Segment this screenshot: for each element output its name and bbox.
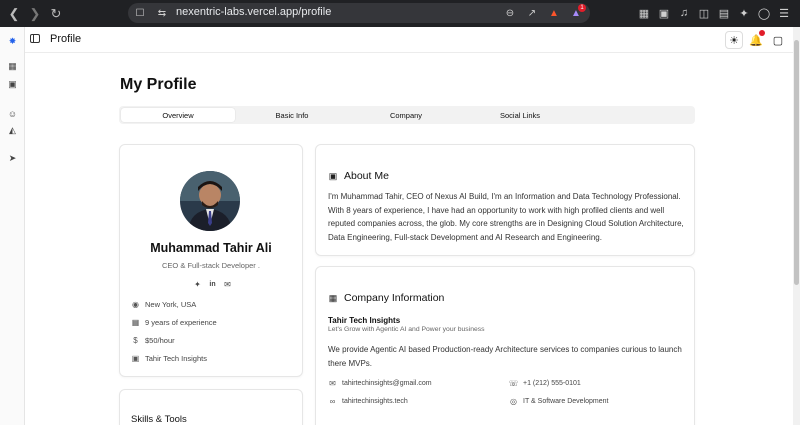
site-settings-icon[interactable]: ⇆ xyxy=(154,5,170,21)
tab-social-links[interactable]: Social Links xyxy=(463,108,577,122)
logo-icon[interactable]: ✸ xyxy=(6,35,19,48)
screenshot-icon[interactable]: ▣ xyxy=(656,4,672,22)
company-name: Tahir Tech Insights xyxy=(328,316,401,325)
social-icons: ✦ in ✉ xyxy=(192,279,233,290)
dollar-icon: $ xyxy=(133,336,138,345)
phone-text: +1 (212) 555-0101 xyxy=(523,380,581,387)
building-icon: ▣ xyxy=(131,354,140,363)
skills-heading: Skills & Tools xyxy=(131,414,187,425)
company-phone[interactable]: ☏ +1 (212) 555-0101 xyxy=(509,379,581,388)
detail-rate: $ $50/hour xyxy=(131,336,175,345)
globe-icon: ◎ xyxy=(510,397,517,406)
sidebar-toggle-icon[interactable]: ◫ xyxy=(696,4,712,22)
inbox-icon[interactable]: ◭ xyxy=(6,124,19,137)
url-path: /profile xyxy=(298,6,332,18)
company-website[interactable]: ∞ tahirtechinsights.tech xyxy=(328,397,408,406)
email-text: tahirtechinsights@gmail.com xyxy=(342,380,432,387)
linkedin-icon[interactable]: in xyxy=(207,279,218,290)
panel-toggle-icon[interactable] xyxy=(30,34,40,43)
address-bar[interactable]: ☐ ⇆ nexentric-labs.vercel.app/profile ⊖ … xyxy=(128,3,590,23)
brave-shield-icon[interactable]: ▲ xyxy=(546,5,562,21)
company-description: We provide Agentic AI based Production-r… xyxy=(328,345,682,368)
about-heading-text: About Me xyxy=(344,170,389,182)
rocket-icon[interactable]: ➤ xyxy=(6,152,19,165)
profile-name: Muhammad Tahir Ali xyxy=(150,241,272,255)
calendar-icon: ▦ xyxy=(131,318,140,327)
detail-location: ◉ New York, USA xyxy=(131,300,196,309)
playlist-icon[interactable]: ♫ xyxy=(676,4,692,22)
about-text: I'm Muhammad Tahir, CEO of Nexus AI Buil… xyxy=(328,192,684,242)
menu-icon[interactable]: ☰ xyxy=(776,4,792,22)
notification-dot xyxy=(759,30,765,36)
tab-company[interactable]: Company xyxy=(349,108,463,122)
detail-text: 9 years of experience xyxy=(145,318,217,327)
tab-basic-info[interactable]: Basic Info xyxy=(235,108,349,122)
vpn-icon[interactable]: ◯ xyxy=(756,4,772,22)
detail-company: ▣ Tahir Tech Insights xyxy=(131,354,207,363)
mail-icon[interactable]: ✉ xyxy=(222,279,233,290)
company-heading: ▦ Company Information xyxy=(328,292,445,304)
wallet-icon[interactable]: ▤ xyxy=(716,4,732,22)
url-host: nexentric-labs.vercel.app xyxy=(176,6,299,18)
reload-icon[interactable]: ↻ xyxy=(46,4,66,24)
company-heading-text: Company Information xyxy=(344,292,445,304)
company-tagline: Let's Grow with Agentic AI and Power you… xyxy=(328,326,485,333)
industry-text: IT & Software Development xyxy=(523,398,609,405)
header-title: Profile xyxy=(50,33,82,45)
tab-overview[interactable]: Overview xyxy=(121,108,235,122)
bookmark-icon[interactable]: ☐ xyxy=(132,5,148,21)
printer-icon[interactable]: ▣ xyxy=(6,78,19,91)
url-text[interactable]: nexentric-labs.vercel.app/profile xyxy=(176,6,331,18)
building-icon: ▦ xyxy=(328,292,338,303)
theme-toggle-icon[interactable]: ☀ xyxy=(725,31,743,49)
page-title: My Profile xyxy=(120,76,197,93)
leo-icon[interactable]: ✦ xyxy=(736,4,752,22)
detail-text: $50/hour xyxy=(145,336,175,345)
back-icon[interactable]: ❮ xyxy=(4,4,24,24)
scrollbar-thumb[interactable] xyxy=(794,40,799,285)
user-icon[interactable]: ☺ xyxy=(6,107,19,120)
avatar xyxy=(180,171,240,231)
link-icon: ∞ xyxy=(329,397,336,406)
phone-icon: ☏ xyxy=(508,379,519,388)
extensions-bar: ▦ ▣ ♫ ◫ ▤ ✦ ◯ ☰ xyxy=(636,4,792,22)
twitter-icon[interactable]: ✦ xyxy=(192,279,203,290)
message-icon[interactable]: ▢ xyxy=(769,31,787,49)
app-header: Profile ☀ 🔔 ▢ xyxy=(25,27,793,53)
dashboard-icon[interactable]: ▦ xyxy=(6,60,19,73)
forward-icon[interactable]: ❯ xyxy=(25,4,45,24)
profile-tabs: Overview Basic Info Company Social Links xyxy=(119,106,695,124)
detail-text: Tahir Tech Insights xyxy=(145,354,207,363)
app-sidebar: ✸ ▦ ▣ ☺ ◭ ➤ xyxy=(0,27,25,425)
company-industry: ◎ IT & Software Development xyxy=(509,397,608,406)
map-pin-icon: ◉ xyxy=(132,300,139,309)
briefcase-icon: ▣ xyxy=(328,170,338,181)
zoom-icon[interactable]: ⊖ xyxy=(502,5,518,21)
detail-experience: ▦ 9 years of experience xyxy=(131,318,217,327)
website-text: tahirtechinsights.tech xyxy=(342,398,408,405)
rewards-badge: 1 xyxy=(578,4,586,12)
detail-text: New York, USA xyxy=(145,300,197,309)
share-icon[interactable]: ↗ xyxy=(524,5,540,21)
puzzle-icon[interactable]: ▦ xyxy=(636,4,652,22)
mail-icon: ✉ xyxy=(329,379,336,388)
company-email[interactable]: ✉ tahirtechinsights@gmail.com xyxy=(328,379,432,388)
profile-role: CEO & Full-stack Developer . xyxy=(162,261,260,270)
about-heading: ▣ About Me xyxy=(328,170,389,182)
